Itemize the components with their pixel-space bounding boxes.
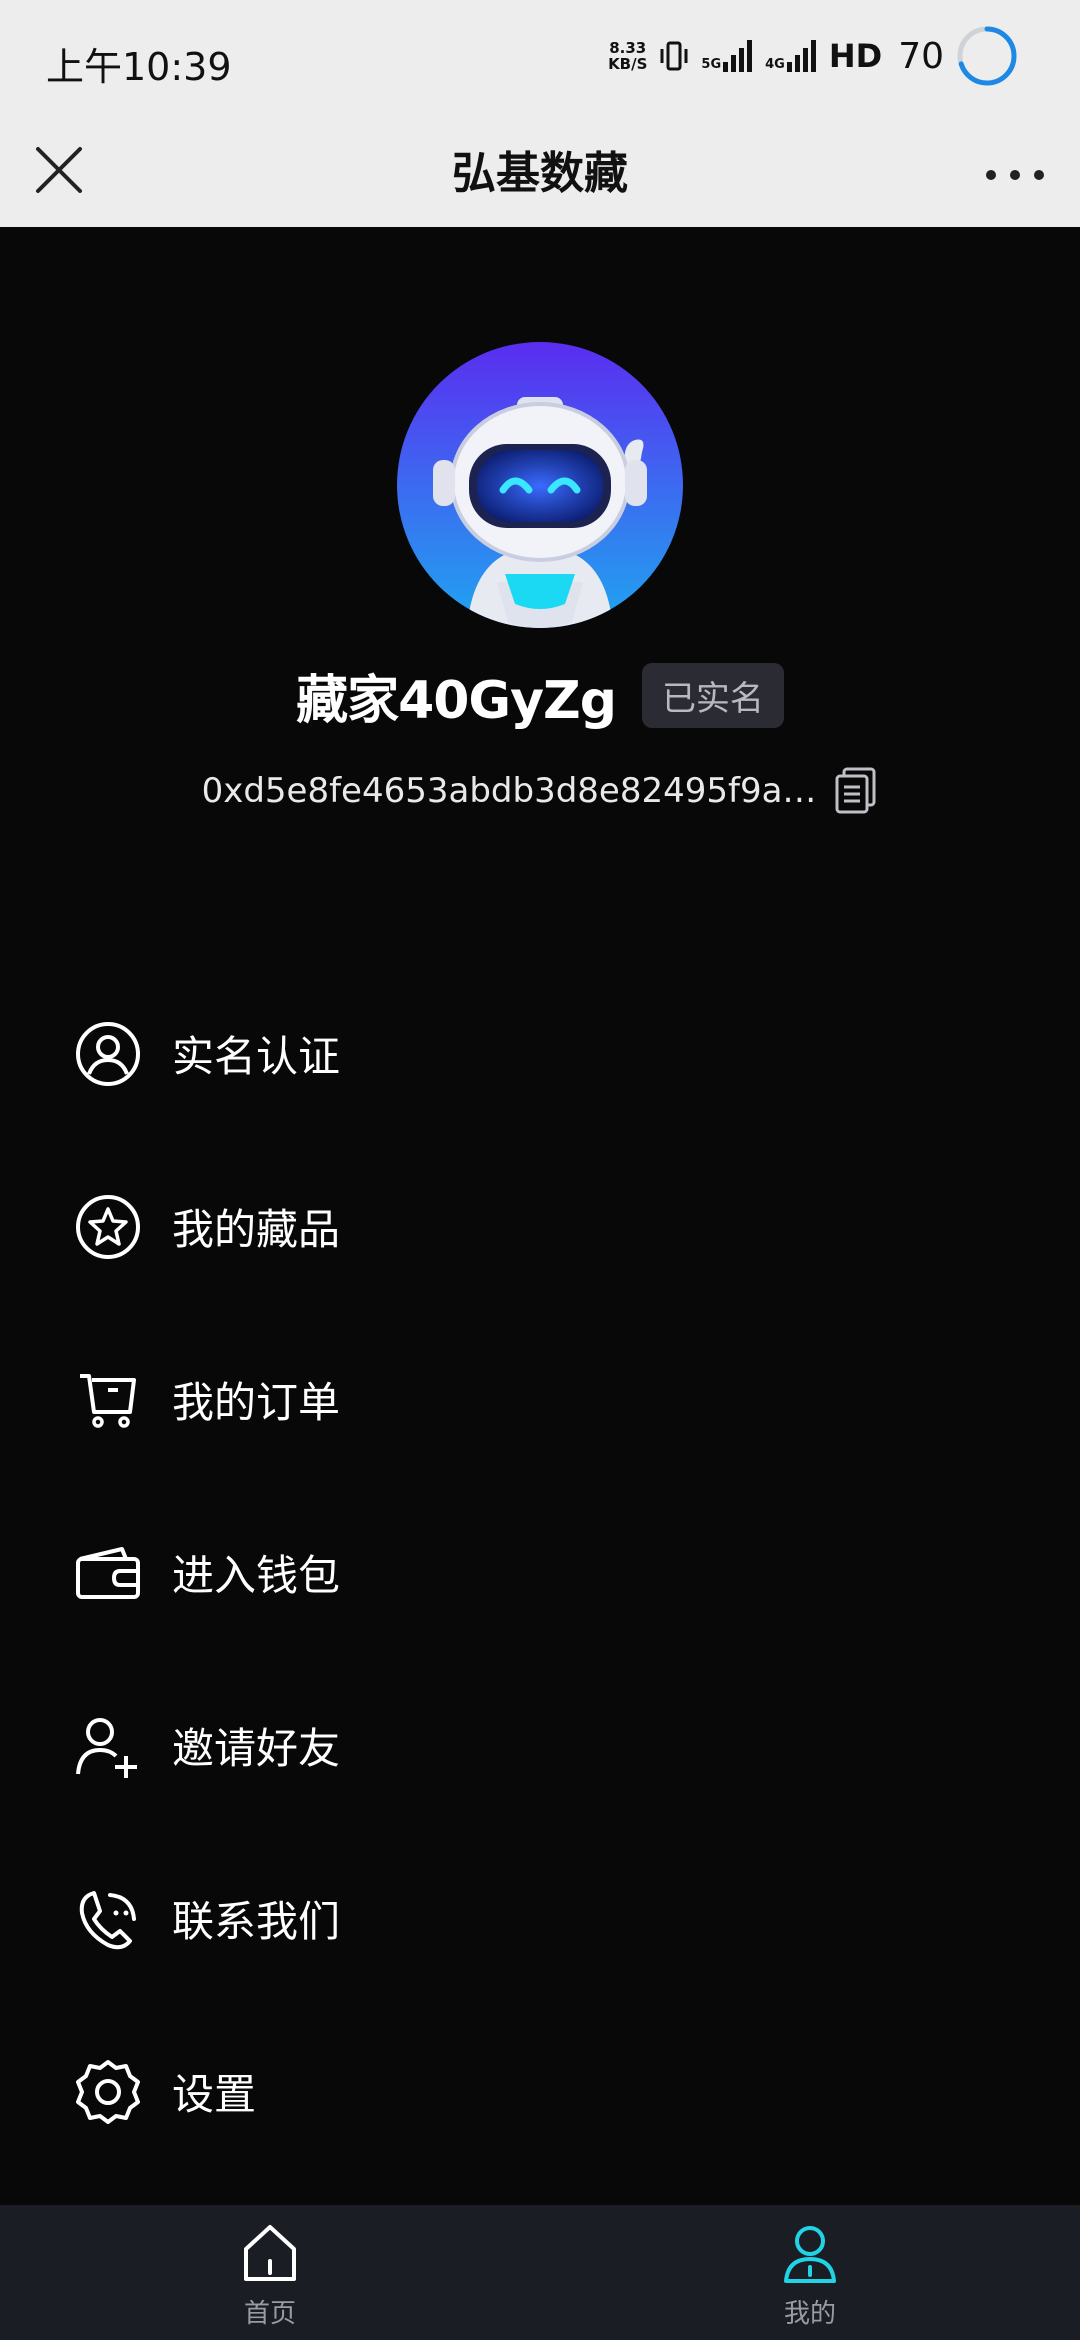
wallet-address: 0xd5e8fe4653abdb3d8e82495f9a… <box>201 771 817 811</box>
nav-label: 首页 <box>243 2299 296 2329</box>
nav-item-home[interactable]: 首页 <box>0 2205 540 2340</box>
robot-avatar-image <box>397 342 683 628</box>
wallet-address-row: 0xd5e8fe4653abdb3d8e82495f9a… <box>0 767 1080 815</box>
menu-item-real-name[interactable]: 实名认证 <box>0 967 1080 1140</box>
copy-icon[interactable] <box>834 767 878 815</box>
menu-item-my-collection[interactable]: 我的藏品 <box>0 1140 1080 1313</box>
verified-badge: 已实名 <box>641 662 784 728</box>
status-indicators: 8.33 KB/S 5G 4G HD 70 <box>608 26 1018 86</box>
menu-label: 联系我们 <box>172 1897 341 1946</box>
title-bar: 弘基数藏 <box>0 115 1080 227</box>
menu-item-contact-us[interactable]: 联系我们 <box>0 1832 1080 2005</box>
signal-bars-icon <box>723 40 753 72</box>
vibrate-icon <box>660 41 688 71</box>
menu-item-settings[interactable]: 设置 <box>0 2005 1080 2178</box>
nav-item-mine[interactable]: 我的 <box>540 2205 1080 2340</box>
star-circle-icon <box>76 1194 140 1259</box>
menu-item-my-orders[interactable]: 我的订单 <box>0 1313 1080 1486</box>
profile-icon <box>784 2226 836 2283</box>
username: 藏家40GyZg <box>296 670 617 731</box>
user-circle-icon <box>76 1021 140 1086</box>
battery-level: 70 <box>898 35 944 77</box>
phone-icon <box>79 1890 136 1949</box>
network-speed: 8.33 KB/S <box>608 39 648 73</box>
cart-icon <box>80 1373 136 1428</box>
hd-label: HD <box>828 37 883 75</box>
menu-label: 设置 <box>172 2070 257 2119</box>
menu-label: 实名认证 <box>172 1032 341 1081</box>
status-bar: 上午10:39 8.33 KB/S 5G 4G HD 70 <box>0 0 1080 115</box>
menu-list: 实名认证 我的藏品 我的订单 进入钱包 邀请好友 联系我们 设置 <box>0 967 1080 2178</box>
page-title: 弘基数藏 <box>452 148 628 199</box>
menu-label: 我的订单 <box>172 1378 341 1427</box>
user-info-row: 藏家40GyZg 已实名 <box>0 659 1080 731</box>
home-icon <box>244 2225 296 2281</box>
nav-label: 我的 <box>783 2299 836 2329</box>
signal-5g: 5G <box>701 40 753 72</box>
wallet-icon <box>76 1546 140 1599</box>
profile-page: 藏家40GyZg 已实名 0xd5e8fe4653abdb3d8e82495f9… <box>0 227 1080 2205</box>
more-icon[interactable] <box>980 141 1050 199</box>
avatar[interactable] <box>397 342 683 628</box>
menu-item-wallet[interactable]: 进入钱包 <box>0 1486 1080 1659</box>
menu-item-invite-friends[interactable]: 邀请好友 <box>0 1659 1080 1832</box>
menu-label: 邀请好友 <box>172 1724 341 1773</box>
menu-label: 进入钱包 <box>172 1551 341 1600</box>
add-user-icon <box>76 1717 137 1778</box>
menu-label: 我的藏品 <box>172 1205 341 1254</box>
bottom-nav: 首页 我的 <box>0 2205 1080 2340</box>
signal-bars-icon <box>786 40 816 72</box>
gear-icon <box>76 2059 140 2124</box>
battery-ring-icon <box>957 26 1017 86</box>
signal-4g: 4G <box>765 40 817 72</box>
status-time: 上午10:39 <box>46 45 232 89</box>
